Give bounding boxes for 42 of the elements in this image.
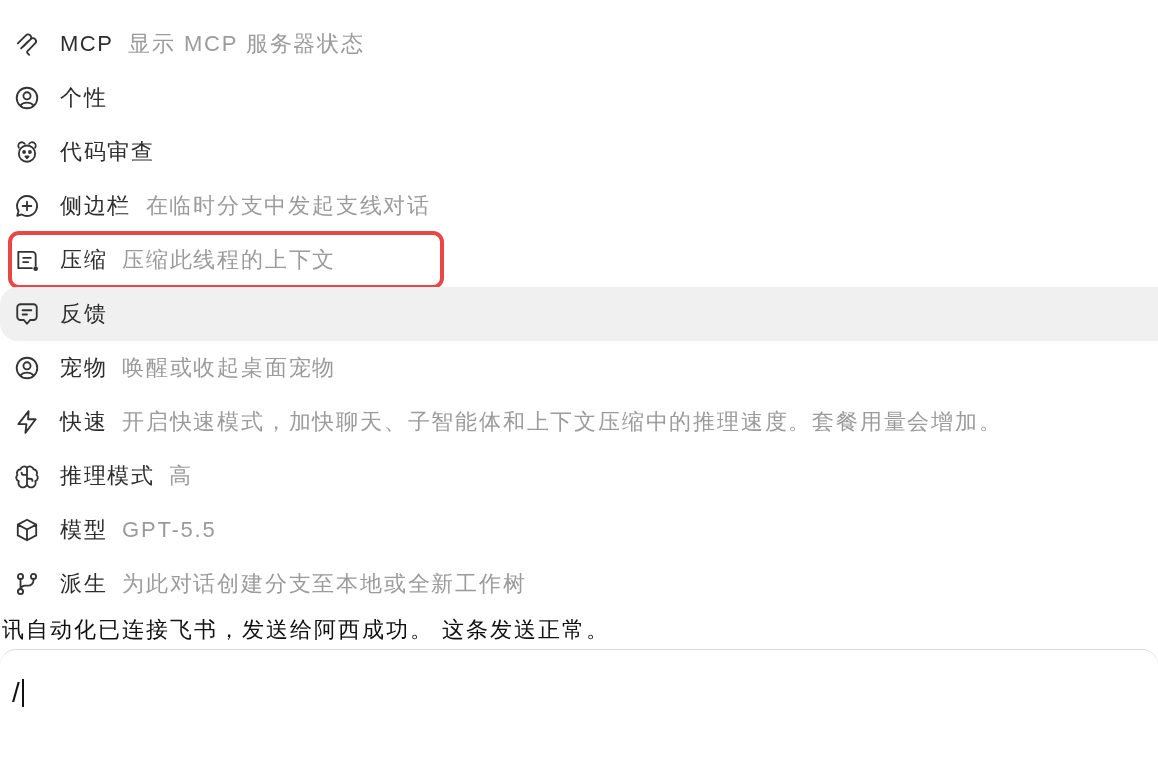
command-description: 显示 MCP 服务器状态: [128, 30, 365, 58]
person-circle-icon: [14, 85, 40, 111]
command-name: 个性: [60, 84, 107, 112]
command-name: 模型: [60, 516, 107, 544]
command-menu-item[interactable]: 侧边栏 在临时分支中发起支线对话: [0, 179, 1158, 233]
command-description: 压缩此线程的上下文: [122, 246, 337, 274]
lightning-icon: [14, 409, 40, 435]
command-name: 代码审查: [60, 138, 154, 166]
command-description: 为此对话创建分支至本地或全新工作树: [122, 570, 527, 598]
command-menu-item[interactable]: 个性: [0, 71, 1158, 125]
cube-icon: [14, 517, 40, 543]
command-menu-item[interactable]: 代码审查: [0, 125, 1158, 179]
brain-icon: [14, 463, 40, 489]
command-description: 唤醒或收起桌面宠物: [122, 354, 337, 382]
command-name: 压缩: [60, 246, 107, 274]
chat-bubble-icon: [14, 301, 40, 327]
command-menu-item[interactable]: MCP 显示 MCP 服务器状态: [0, 17, 1158, 71]
command-menu-item[interactable]: 推理模式 高: [0, 449, 1158, 503]
message-text: 讯自动化已连接飞书，发送给阿西成功。 这条发送正常。: [2, 616, 611, 644]
command-description: 在临时分支中发起支线对话: [145, 192, 432, 220]
squiggle-icon: [14, 31, 40, 57]
command-menu-item[interactable]: 快速 开启快速模式，加快聊天、子智能体和上下文压缩中的推理速度。套餐用量会增加。: [0, 395, 1158, 449]
command-name: 反馈: [60, 300, 107, 328]
command-name: 侧边栏: [60, 192, 131, 220]
command-description: GPT-5.5: [122, 517, 217, 543]
command-menu-item[interactable]: 宠物 唤醒或收起桌面宠物: [0, 341, 1158, 395]
person-circle-icon: [14, 355, 40, 381]
branch-icon: [14, 571, 40, 597]
animal-face-icon: [14, 139, 40, 165]
command-name: 快速: [60, 408, 107, 436]
command-description: 开启快速模式，加快聊天、子智能体和上下文压缩中的推理速度。套餐用量会增加。: [122, 408, 1003, 436]
chat-plus-icon: [14, 193, 40, 219]
command-name: 宠物: [60, 354, 107, 382]
command-name: 派生: [60, 570, 107, 598]
message-input[interactable]: /: [12, 676, 24, 710]
command-menu-item[interactable]: 模型 GPT-5.5: [0, 503, 1158, 557]
command-menu-item[interactable]: 派生 为此对话创建分支至本地或全新工作树: [0, 557, 1158, 611]
command-menu-item[interactable]: 反馈: [0, 287, 1158, 341]
text-caret-icon: [21, 679, 24, 707]
command-name: MCP: [60, 31, 114, 57]
command-name: 推理模式: [60, 462, 154, 490]
command-description: 高: [169, 462, 193, 490]
